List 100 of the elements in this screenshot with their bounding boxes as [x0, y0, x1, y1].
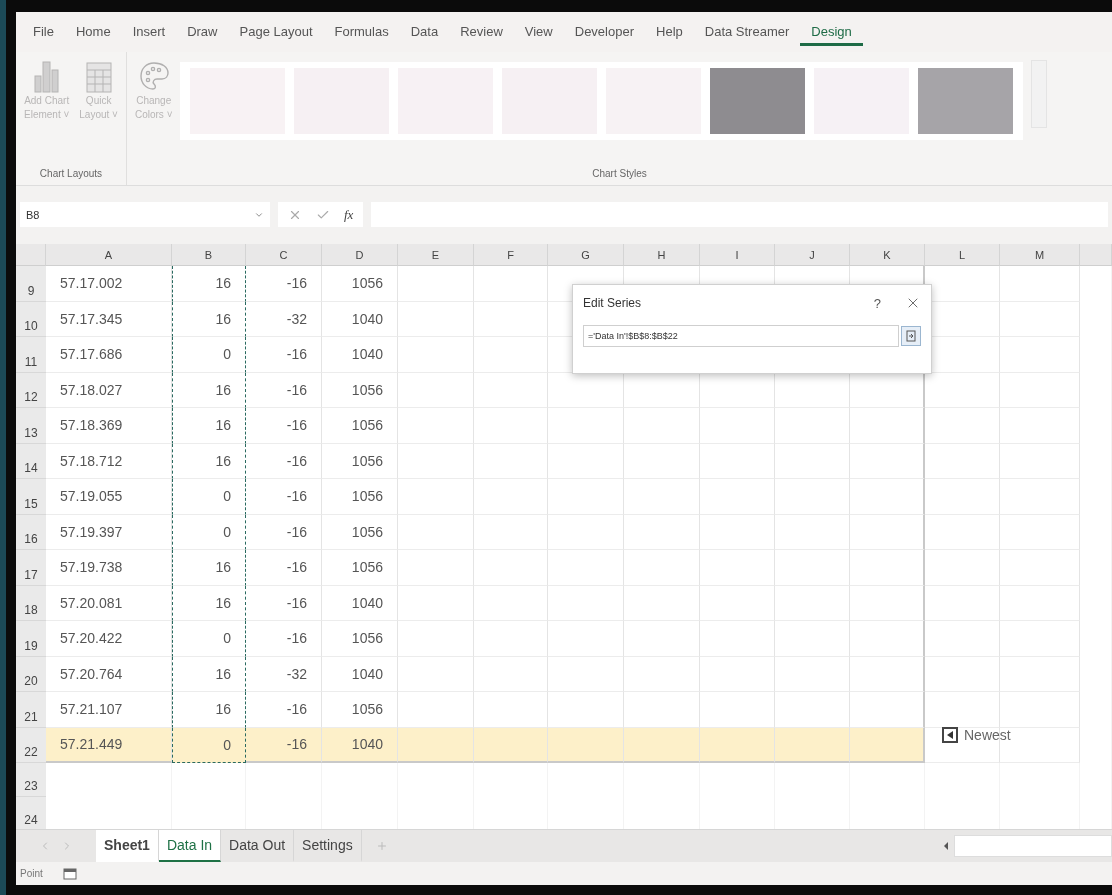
column-header[interactable]: K: [850, 244, 925, 266]
column-header[interactable]: E: [398, 244, 474, 266]
ribbon-tab[interactable]: File: [22, 18, 65, 46]
table-cell: 16: [172, 585, 246, 621]
table-cell: 0: [172, 479, 246, 515]
name-box[interactable]: B8: [20, 202, 270, 227]
table-cell: 57.18.369: [46, 408, 172, 444]
row-header[interactable]: 11: [16, 337, 46, 373]
column-header[interactable]: G: [548, 244, 624, 266]
ribbon-tab[interactable]: Developer: [563, 18, 645, 46]
layout-grid-icon: [83, 60, 114, 94]
table-cell: 1056: [322, 621, 398, 657]
ribbon-tab[interactable]: Design: [800, 18, 863, 46]
column-header[interactable]: L: [925, 244, 1000, 266]
table-cell: -16: [246, 692, 322, 728]
table-cell: -32: [246, 301, 322, 337]
table-cell: 57.17.002: [46, 266, 172, 302]
table-cell: 1056: [322, 443, 398, 479]
calendar-icon[interactable]: [62, 867, 77, 880]
table-cell: 57.21.449: [46, 727, 172, 763]
table-cell: 1040: [322, 585, 398, 621]
table-cell: 16: [172, 443, 246, 479]
row-header[interactable]: 14: [16, 443, 46, 479]
group-label: Chart Layouts: [38, 168, 104, 179]
row-header[interactable]: 15: [16, 479, 46, 515]
ribbon-tab[interactable]: Review: [449, 18, 514, 46]
column-header[interactable]: [1080, 244, 1112, 266]
row-header[interactable]: 24: [16, 797, 46, 829]
column-header[interactable]: D: [322, 244, 398, 266]
dialog-title: Edit Series: [583, 296, 643, 310]
row-header[interactable]: 16: [16, 514, 46, 550]
insert-function-button[interactable]: fx: [344, 206, 354, 223]
ribbon-tab[interactable]: Insert: [121, 18, 177, 46]
ribbon-tab[interactable]: Home: [64, 18, 122, 46]
table-cell: 57.18.712: [46, 443, 172, 479]
column-header[interactable]: F: [474, 244, 548, 266]
collapse-dialog-button[interactable]: [901, 326, 921, 346]
group-label: Chart Styles: [591, 168, 648, 179]
table-cell: 16: [172, 550, 246, 586]
ribbon-tab[interactable]: Data Streamer: [693, 18, 801, 46]
column-header[interactable]: J: [775, 244, 850, 266]
row-header[interactable]: 12: [16, 372, 46, 408]
row-header[interactable]: 10: [16, 301, 46, 337]
scrollbar-track[interactable]: [954, 835, 1112, 857]
column-header[interactable]: H: [624, 244, 700, 266]
scroll-left-icon[interactable]: [942, 841, 950, 851]
status-mode: Point: [20, 868, 43, 879]
sheet-tab[interactable]: Sheet1: [96, 830, 159, 862]
table-cell: -16: [246, 408, 322, 444]
help-button[interactable]: ?: [873, 295, 881, 311]
row-header[interactable]: 13: [16, 408, 46, 444]
column-header[interactable]: I: [700, 244, 775, 266]
table-cell: -32: [246, 656, 322, 692]
ribbon-tab[interactable]: Help: [645, 18, 694, 46]
row-header[interactable]: 18: [16, 585, 46, 621]
newest-button[interactable]: Newest: [942, 727, 1011, 743]
ribbon-tab[interactable]: Data: [399, 18, 450, 46]
table-cell: -16: [246, 621, 322, 657]
table-cell: 1056: [322, 550, 398, 586]
series-range-input[interactable]: ='Data In'!$B$8:$B$22: [583, 325, 899, 347]
table-cell: -16: [246, 727, 322, 763]
table-cell: 57.18.027: [46, 372, 172, 408]
table-cell: 1040: [322, 301, 398, 337]
chart-bars-icon: [31, 60, 62, 94]
row-header[interactable]: 21: [16, 692, 46, 728]
row-header[interactable]: 19: [16, 621, 46, 657]
chart-style-thumbnail[interactable]: [918, 68, 1014, 134]
column-header[interactable]: C: [246, 244, 322, 266]
row-header[interactable]: 22: [16, 727, 46, 763]
table-cell: -16: [246, 443, 322, 479]
table-cell: 1056: [322, 372, 398, 408]
row-header[interactable]: 23: [16, 763, 46, 797]
sheet-tab[interactable]: Data In: [158, 830, 222, 862]
table-cell: -16: [246, 585, 322, 621]
column-header[interactable]: B: [172, 244, 246, 266]
row-header[interactable]: 20: [16, 656, 46, 692]
range-select-icon: [906, 330, 916, 342]
ribbon-tab[interactable]: View: [513, 18, 564, 46]
table-cell: 0: [172, 621, 246, 657]
table-cell: 57.17.686: [46, 337, 172, 373]
table-cell: 1040: [322, 727, 398, 763]
row-header[interactable]: 17: [16, 550, 46, 586]
table-cell: 57.20.422: [46, 621, 172, 657]
ribbon-tab[interactable]: Formulas: [323, 18, 400, 46]
chart-style-thumbnail[interactable]: [710, 68, 806, 134]
row-header[interactable]: 9: [16, 266, 46, 302]
table-cell: 57.19.397: [46, 514, 172, 550]
table-cell: 16: [172, 266, 246, 302]
table-cell: 1056: [322, 514, 398, 550]
table-cell: -16: [246, 479, 322, 515]
column-header[interactable]: M: [1000, 244, 1080, 266]
select-all-corner[interactable]: [16, 244, 46, 266]
ribbon-tab[interactable]: Page Layout: [228, 18, 324, 46]
table-cell: 16: [172, 692, 246, 728]
column-header[interactable]: A: [46, 244, 172, 266]
table-cell: 0: [172, 514, 246, 550]
ribbon-tab[interactable]: Draw: [176, 18, 229, 46]
plus-icon: [375, 840, 388, 852]
table-cell: 1056: [322, 408, 398, 444]
table-cell: 57.20.081: [46, 585, 172, 621]
